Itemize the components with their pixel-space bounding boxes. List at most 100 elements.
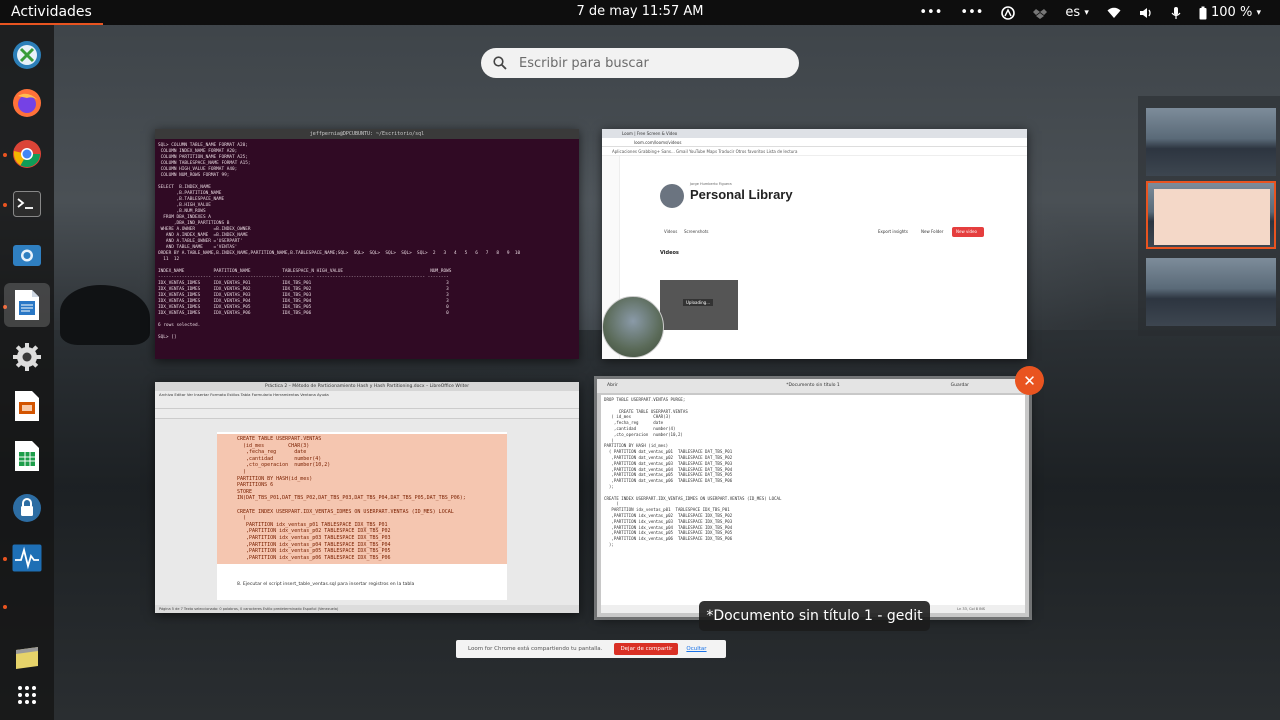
dock-app-screenshot[interactable] xyxy=(9,237,45,273)
chevron-down-icon: ▾ xyxy=(1084,7,1089,18)
clock-label[interactable]: 7 de may 11:57 AM xyxy=(577,4,704,19)
tab-screenshots[interactable]: Screenshots xyxy=(684,229,708,234)
writer-code-line: ) xyxy=(237,468,247,475)
dock-app-chrome[interactable] xyxy=(9,136,45,172)
stop-sharing-button[interactable]: Dejar de compartir xyxy=(614,643,679,655)
writer-code-line: ,PARTITION idx_ventas_p06 TABLESPACE IDX… xyxy=(237,554,391,561)
language-indicator[interactable]: es ▾ xyxy=(1056,0,1097,25)
videos-header: Videos xyxy=(660,250,679,256)
writer-code-line: IN(DAT_TBS_P01,DAT_TBS_P02,DAT_TBS_P03,D… xyxy=(237,495,466,502)
writer-icon xyxy=(15,290,39,320)
battery-indicator[interactable]: 100 % ▾ xyxy=(1190,0,1270,25)
volume-icon[interactable] xyxy=(1130,0,1162,25)
nordvpn-icon[interactable] xyxy=(992,0,1024,25)
dock-app-system-monitor[interactable] xyxy=(9,540,45,576)
calc-icon xyxy=(15,441,39,471)
page-title: Personal Library xyxy=(690,187,793,202)
workspace-1[interactable] xyxy=(1146,108,1276,176)
terminal-icon xyxy=(13,191,41,217)
dock-app-firefox[interactable] xyxy=(9,85,45,121)
app-grid-icon xyxy=(18,686,36,704)
window-terminal[interactable]: jeffpernia@DPCUBUNTU: ~/Escritorio/sql S… xyxy=(155,129,579,359)
writer-code-line: CREATE INDEX USERPART.IDX_VENTAS_IDMES O… xyxy=(237,508,454,515)
writer-code-line: (id_mes CHAR(3) xyxy=(237,442,310,449)
gedit-text-area[interactable]: DROP TABLE USERPART.VENTAS PURGE; CREATE… xyxy=(601,395,1025,611)
workspace-2-preview xyxy=(1154,189,1270,245)
writer-code-line: ,fecha_reg date xyxy=(237,449,307,456)
more-icon-2[interactable]: ••• xyxy=(951,0,992,25)
window-gedit[interactable]: Abrir *Documento sin título 1 Guardar DR… xyxy=(597,379,1029,617)
webcam-bubble[interactable] xyxy=(602,296,664,358)
more-icon[interactable]: ••• xyxy=(910,0,951,25)
gedit-save-button[interactable]: Guardar xyxy=(951,379,969,393)
dock-app-libreoffice-writer[interactable] xyxy=(4,283,50,327)
terminal-line: SQL> [] xyxy=(158,335,177,340)
dock-app-crossover[interactable] xyxy=(9,37,45,73)
writer-code-line: STORE xyxy=(237,488,253,495)
camera-icon xyxy=(13,245,41,266)
terminal-line: ORDER BY A.TABLE_NAME,B.INDEX_NAME,PARTI… xyxy=(158,251,521,256)
activities-button[interactable]: Actividades xyxy=(0,0,103,25)
new-video-button[interactable]: New video xyxy=(952,227,984,237)
dropbox-icon[interactable] xyxy=(1024,0,1056,25)
window-chrome[interactable]: Loom | Free Screen & Video loom.com/loom… xyxy=(602,129,1027,359)
workspace-2[interactable] xyxy=(1146,181,1276,249)
microphone-icon[interactable] xyxy=(1162,0,1190,25)
lock-icon xyxy=(13,494,41,522)
impress-icon xyxy=(15,391,39,421)
hide-button[interactable]: Ocultar xyxy=(686,646,706,652)
writer-toolbar[interactable] xyxy=(155,399,579,409)
search-input[interactable] xyxy=(519,55,769,71)
writer-code-line: ,cantidad number(4) xyxy=(237,455,322,462)
chevron-down-icon: ▾ xyxy=(1256,7,1261,18)
dock-app-terminal[interactable] xyxy=(9,186,45,222)
gedit-open-button[interactable]: Abrir xyxy=(607,379,618,393)
top-bar: Actividades 7 de may 11:57 AM ••• ••• es… xyxy=(0,0,1280,25)
dock-app-settings[interactable] xyxy=(9,339,45,375)
writer-code-line: PARTITIONS 6 xyxy=(237,482,274,489)
export-insights-button[interactable]: Export insights xyxy=(874,227,912,237)
writer-code-line xyxy=(237,502,487,509)
dock-app-password-manager[interactable] xyxy=(9,490,45,526)
dock xyxy=(0,25,54,720)
writer-code-line: ,PARTITION idx_ventas_p02 TABLESPACE IDX… xyxy=(237,528,391,535)
dock-app-libreoffice-calc[interactable] xyxy=(9,438,45,474)
workspace-3[interactable] xyxy=(1146,258,1276,326)
chrome-tab[interactable]: Loom | Free Screen & Video xyxy=(602,129,1027,138)
screen-share-message: Loom for Chrome está compartiendo tu pan… xyxy=(468,646,603,652)
writer-code-line: ,PARTITION idx_ventas_p05 TABLESPACE IDX… xyxy=(237,548,391,555)
avatar xyxy=(660,184,684,208)
screen-share-bar: Loom for Chrome está compartiendo tu pan… xyxy=(456,640,726,658)
search-bar[interactable] xyxy=(481,48,799,78)
gedit-title: *Documento sin título 1 xyxy=(786,383,840,388)
system-tray: ••• ••• es ▾ 100 % ▾ xyxy=(910,0,1270,25)
chrome-icon xyxy=(13,140,41,168)
dock-app-libreoffice-impress[interactable] xyxy=(9,388,45,424)
terminal-title: jeffpernia@DPCUBUNTU: ~/Escritorio/sql xyxy=(155,129,579,139)
chrome-address-bar[interactable]: loom.com/looms/videos xyxy=(602,138,1027,147)
writer-code-line: PARTITION BY HASH(id_mes) xyxy=(237,475,313,482)
writer-format-toolbar[interactable] xyxy=(155,409,579,419)
battery-label: 100 % xyxy=(1211,5,1253,20)
close-window-button[interactable]: ✕ xyxy=(1015,366,1044,395)
writer-code-line: PARTITION idx_ventas_p01 TABLESPACE IDX_… xyxy=(237,521,388,528)
writer-code-line: ,PARTITION idx_ventas_p04 TABLESPACE IDX… xyxy=(237,541,391,548)
search-icon xyxy=(493,56,507,70)
language-label: es xyxy=(1065,5,1081,20)
tab-videos[interactable]: Videos xyxy=(664,229,677,234)
wifi-icon[interactable] xyxy=(1098,0,1130,25)
writer-menu-bar[interactable]: Archivo Editar Ver Insertar Formato Esti… xyxy=(155,391,579,399)
battery-icon xyxy=(1199,6,1207,19)
window-libreoffice-writer[interactable]: Práctica 2 – Método de Particionamiento … xyxy=(155,382,579,613)
writer-code-line: ( xyxy=(237,515,247,522)
writer-code-line: ,PARTITION idx_ventas_p03 TABLESPACE IDX… xyxy=(237,534,391,541)
gear-icon xyxy=(13,343,41,371)
show-applications-button[interactable] xyxy=(9,677,45,713)
dock-app-text-editor[interactable] xyxy=(9,640,45,676)
gedit-header: Abrir *Documento sin título 1 Guardar xyxy=(597,379,1029,393)
writer-code-line: CREATE TABLE USERPART.VENTAS xyxy=(237,436,322,442)
running-indicator xyxy=(3,605,7,609)
writer-status-bar: Página 5 de 7 Texto seleccionado: 0 pala… xyxy=(155,605,579,613)
crossover-icon xyxy=(13,41,41,69)
new-folder-button[interactable]: New Folder xyxy=(917,227,947,237)
